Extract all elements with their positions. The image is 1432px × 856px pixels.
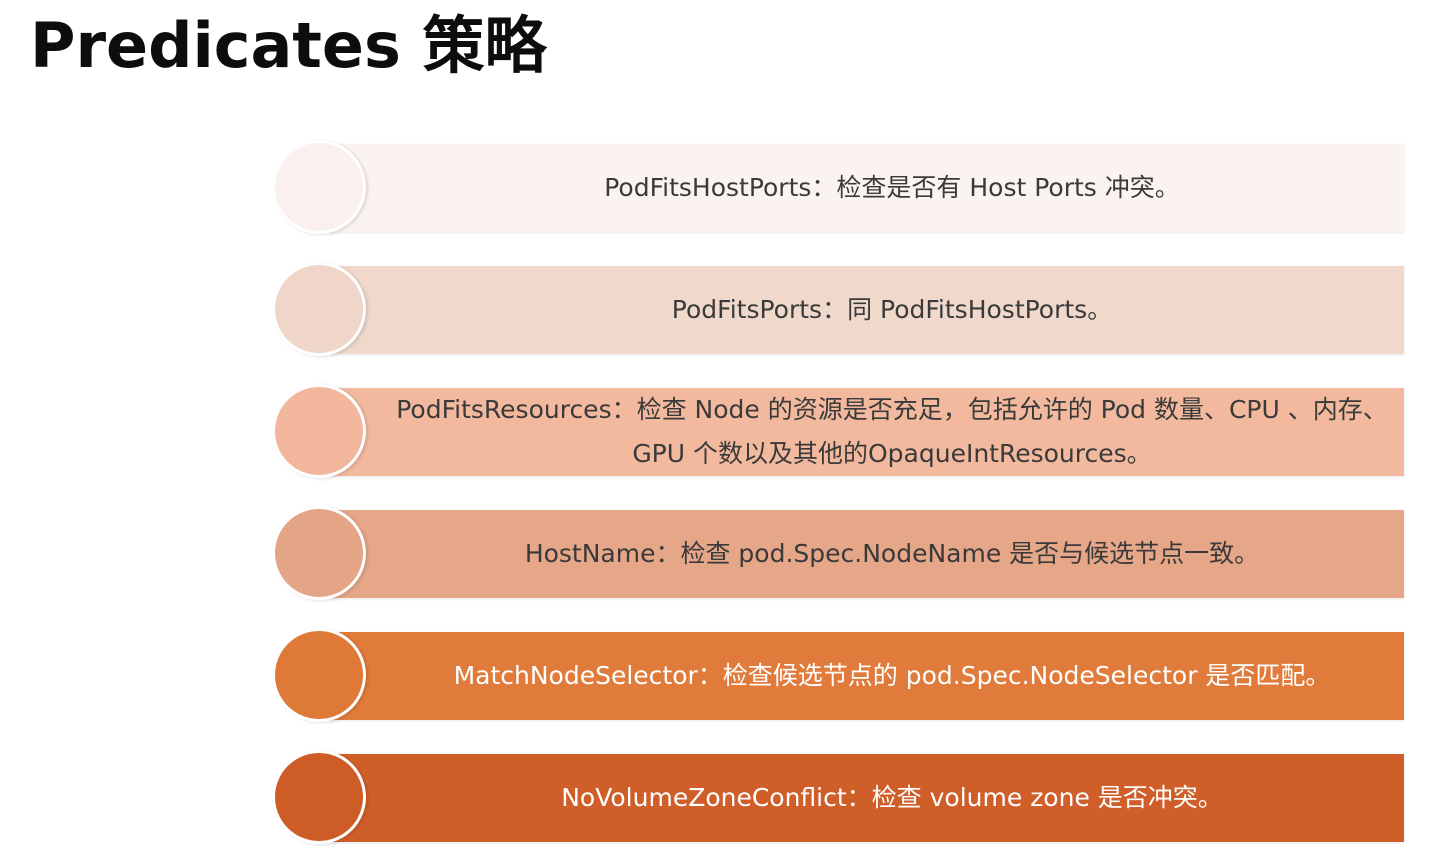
item-circle bbox=[272, 262, 366, 356]
item-circle bbox=[272, 750, 366, 844]
item-text: MatchNodeSelector：检查候选节点的 pod.Spec.NodeS… bbox=[453, 661, 1331, 690]
item-text: HostName：检查 pod.Spec.NodeName 是否与候选节点一致。 bbox=[524, 539, 1260, 568]
slide: Predicates 策略 PodFitsHostPorts：检查是否有 Hos… bbox=[0, 0, 1432, 856]
list-item: PodFitsHostPorts：检查是否有 Host Ports 冲突。 bbox=[272, 140, 1406, 234]
item-text: NoVolumeZoneConflict：检查 volume zone 是否冲突… bbox=[561, 783, 1223, 812]
list-item: PodFitsPorts：同 PodFitsHostPorts。 bbox=[272, 262, 1406, 356]
page-title: Predicates 策略 bbox=[30, 9, 547, 82]
item-circle bbox=[272, 628, 366, 722]
item-circle bbox=[272, 506, 366, 600]
item-text: PodFitsResources：检查 Node 的资源是否充足，包括允许的 P… bbox=[396, 395, 1388, 468]
list-item: HostName：检查 pod.Spec.NodeName 是否与候选节点一致。 bbox=[272, 506, 1406, 600]
item-text: PodFitsPorts：同 PodFitsHostPorts。 bbox=[671, 295, 1113, 324]
list-item: NoVolumeZoneConflict：检查 volume zone 是否冲突… bbox=[272, 750, 1406, 844]
list-item: MatchNodeSelector：检查候选节点的 pod.Spec.NodeS… bbox=[272, 628, 1406, 722]
item-text: PodFitsHostPorts：检查是否有 Host Ports 冲突。 bbox=[604, 173, 1180, 202]
item-circle bbox=[272, 384, 366, 478]
list-item: PodFitsResources：检查 Node 的资源是否充足，包括允许的 P… bbox=[272, 384, 1406, 478]
item-circle bbox=[272, 140, 366, 234]
